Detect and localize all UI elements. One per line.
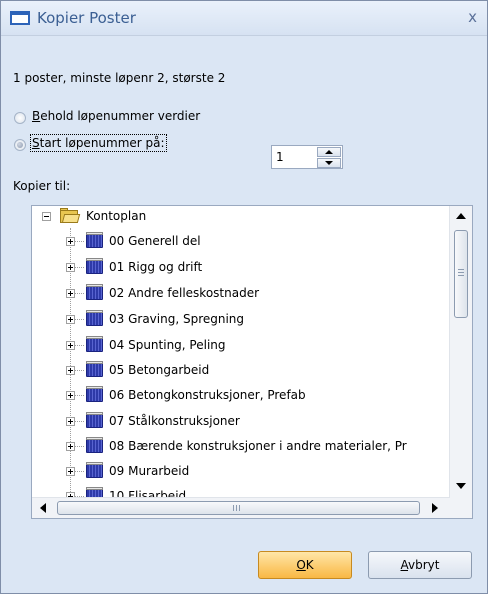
tree-item-label: 06 Betongkonstruksjoner, Prefab [109,388,306,402]
title-bar[interactable]: Kopier Poster x [1,1,487,36]
scroll-left-icon[interactable] [40,503,46,513]
account-tree[interactable]: Kontoplan 00 Generell del 01 Rigg og dri… [31,205,473,519]
account-group-icon [86,336,103,352]
vertical-scroll-thumb[interactable] [454,230,468,318]
cancel-accel: A [400,558,409,572]
expand-icon[interactable] [66,289,75,298]
start-number-focus: Start løpenummer på: [30,134,167,152]
start-number-input[interactable] [276,148,314,166]
window-icon [10,11,30,25]
cancel-button[interactable]: Avbryt [368,551,472,579]
expand-icon[interactable] [66,467,75,476]
expand-icon[interactable] [66,417,75,426]
tree-connector [75,395,84,396]
expand-icon[interactable] [66,237,75,246]
grip-icon [233,505,240,511]
tree-item[interactable]: 06 Betongkonstruksjoner, Prefab [32,385,450,409]
account-group-icon [86,232,103,248]
horizontal-scrollbar[interactable] [32,497,450,518]
tree-root-label: Kontoplan [86,209,147,223]
account-group-icon [86,462,103,478]
expand-icon[interactable] [66,391,75,400]
expand-icon[interactable] [66,315,75,324]
scroll-up-icon[interactable] [456,213,466,219]
spin-down-button[interactable] [317,158,341,168]
tree-connector [75,421,84,422]
tree-item-label: 09 Murarbeid [109,464,190,478]
account-group-icon [86,284,103,300]
tree-item-label: 07 Stålkonstruksjoner [109,414,240,428]
tree-connector [75,267,84,268]
tree-item-label: 00 Generell del [109,234,201,248]
tree-connector [75,345,84,346]
spin-up-button[interactable] [317,147,341,157]
ok-label-rest: K [305,558,314,572]
tree-item-label: 04 Spunting, Peling [109,338,226,352]
tree-item[interactable]: 04 Spunting, Peling [32,335,450,359]
tree-viewport: Kontoplan 00 Generell del 01 Rigg og dri… [32,206,450,498]
start-number-spinner [271,145,343,169]
keep-numbers-label-rest: ehold løpenummer verdier [40,109,201,123]
account-group-icon [86,310,103,326]
tree-item-label: 05 Betongarbeid [109,363,210,377]
start-number-accel: S [32,136,40,150]
grip-icon [458,269,464,276]
cancel-label-rest: vbryt [408,558,440,572]
tree-connector [75,293,84,294]
account-group-icon [86,386,103,402]
tree-item[interactable]: 05 Betongarbeid [32,360,450,384]
keep-numbers-accel: B [32,109,41,123]
tree-root-node[interactable]: Kontoplan [32,206,450,230]
vertical-scrollbar[interactable] [449,206,472,498]
expand-icon[interactable] [66,341,75,350]
tree-item[interactable]: 00 Generell del [32,231,450,255]
ok-button[interactable]: OK [258,551,352,579]
tree-item-label: 01 Rigg og drift [109,260,203,274]
tree-connector [75,370,84,371]
scroll-right-icon[interactable] [432,503,438,513]
start-number-label[interactable]: Start løpenummer på: [30,134,167,152]
tree-item-label: 08 Bærende konstruksjoner i andre materi… [109,439,407,453]
tree-item-label: 03 Graving, Spregning [109,312,245,326]
expand-icon[interactable] [66,366,75,375]
start-number-label-rest: tart løpenummer på: [39,136,165,150]
tree-connector [75,319,84,320]
tree-item[interactable]: 09 Murarbeid [32,461,450,485]
copy-to-label: Kopier til: [13,179,71,193]
close-icon[interactable]: x [468,8,477,26]
ok-accel: O [296,558,306,572]
info-text: 1 poster, minste løpenr 2, største 2 [13,71,226,85]
scroll-down-icon[interactable] [456,483,466,489]
keep-numbers-radio[interactable] [14,112,26,124]
keep-numbers-label[interactable]: Behold løpenummer verdier [32,109,200,123]
tree-item[interactable]: 02 Andre felleskostnader [32,283,450,307]
account-group-icon [86,361,103,377]
account-group-icon [86,258,103,274]
tree-item-label: 02 Andre felleskostnader [109,286,260,300]
expand-icon[interactable] [66,263,75,272]
start-number-radio[interactable] [14,139,26,151]
collapse-icon[interactable] [42,212,51,221]
tree-item[interactable]: 03 Graving, Spregning [32,309,450,333]
horizontal-scroll-thumb[interactable] [57,501,420,515]
expand-icon[interactable] [66,442,75,451]
tree-item[interactable]: 08 Bærende konstruksjoner i andre materi… [32,436,450,460]
account-group-icon [86,412,103,428]
tree-connector [75,471,84,472]
tree-item[interactable]: 07 Stålkonstruksjoner [32,411,450,435]
tree-connector [75,446,84,447]
account-group-icon [86,437,103,453]
scrollbar-corner [450,498,472,518]
window-title: Kopier Poster [37,9,136,27]
copy-records-dialog: Kopier Poster x 1 poster, minste løpenr … [0,0,488,594]
tree-connector [75,241,84,242]
folder-open-icon [60,208,81,224]
tree-item[interactable]: 01 Rigg og drift [32,257,450,281]
